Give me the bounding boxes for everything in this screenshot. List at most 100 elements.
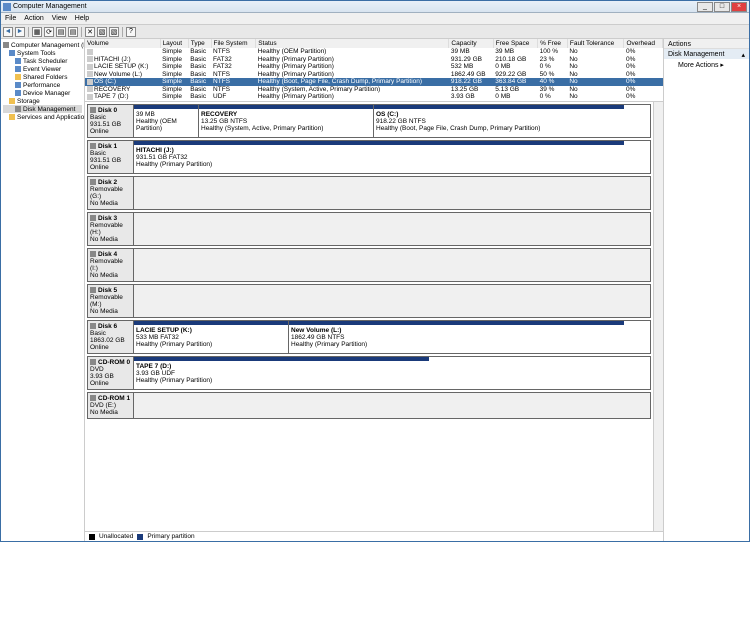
volume-icon: [87, 79, 93, 85]
menu-action[interactable]: Action: [24, 15, 43, 22]
tree-group[interactable]: Storage: [3, 97, 82, 105]
toolbar: ◄ ► ▦ ⟳ ▤ ▤ ✕ ▧ ▧ ?: [1, 25, 749, 39]
disk-row[interactable]: Disk 6Basic1863.02 GBOnlineLACIE SETUP (…: [87, 320, 651, 354]
col-header[interactable]: Overhead: [624, 39, 663, 48]
scrollbar-vertical[interactable]: [653, 102, 663, 532]
volume-cell: 0%: [624, 78, 663, 86]
close-button[interactable]: ×: [731, 2, 747, 12]
volume-row[interactable]: New Volume (L:)SimpleBasicNTFSHealthy (P…: [85, 71, 663, 79]
partition-empty: [134, 393, 650, 418]
legend-primary-swatch: [137, 534, 143, 540]
disk-header[interactable]: Disk 3Removable (H:)No Media: [88, 213, 134, 245]
disk-icon: [90, 215, 96, 221]
volume-cell: No: [567, 86, 624, 94]
volume-cell: Simple: [160, 56, 188, 64]
disk-row[interactable]: Disk 4Removable (I:)No Media: [87, 248, 651, 282]
partition[interactable]: TAPE 7 (D:)3.93 GB UDFHealthy (Primary P…: [134, 357, 429, 389]
col-header[interactable]: Volume: [85, 39, 160, 48]
back-icon[interactable]: ◄: [3, 27, 13, 37]
volume-cell: Basic: [188, 78, 211, 86]
help-icon[interactable]: ?: [126, 27, 136, 37]
disk-icon: [90, 287, 96, 293]
view-icon[interactable]: ▦: [32, 27, 42, 37]
tb-icon-5[interactable]: ✕: [85, 27, 95, 37]
tree-group[interactable]: System Tools: [3, 49, 82, 57]
volume-row[interactable]: RECOVERYSimpleBasicNTFSHealthy (System, …: [85, 86, 663, 94]
col-header[interactable]: Fault Tolerance: [567, 39, 624, 48]
partition[interactable]: HITACHI (J:)931.51 GB FAT32Healthy (Prim…: [134, 141, 624, 173]
volume-row[interactable]: SimpleBasicNTFSHealthy (OEM Partition)39…: [85, 48, 663, 56]
col-header[interactable]: Layout: [160, 39, 188, 48]
partition[interactable]: OS (C:)918.22 GB NTFSHealthy (Boot, Page…: [374, 105, 624, 137]
disk-header[interactable]: Disk 0Basic931.51 GBOnline: [88, 105, 134, 137]
menu-file[interactable]: File: [5, 15, 16, 22]
disk-row[interactable]: Disk 0Basic931.51 GBOnline39 MBHealthy (…: [87, 104, 651, 138]
col-header[interactable]: Type: [188, 39, 211, 48]
forward-icon[interactable]: ►: [15, 27, 25, 37]
disk-icon: [90, 107, 96, 113]
col-header[interactable]: Capacity: [449, 39, 493, 48]
tb-icon-3[interactable]: ▤: [56, 27, 66, 37]
disk-row[interactable]: CD-ROM 1DVD (E:)No Media: [87, 392, 651, 419]
volume-cell: Simple: [160, 63, 188, 71]
volume-cell: Healthy (Primary Partition): [256, 71, 449, 79]
disk-header[interactable]: Disk 6Basic1863.02 GBOnline: [88, 321, 134, 353]
partition[interactable]: 39 MBHealthy (OEM Partition): [134, 105, 199, 137]
volume-cell: No: [567, 63, 624, 71]
tree-item[interactable]: Task Scheduler: [3, 57, 82, 65]
tb-icon-6[interactable]: ▧: [97, 27, 107, 37]
volume-cell: 0 MB: [493, 93, 537, 101]
disk-header[interactable]: Disk 4Removable (I:)No Media: [88, 249, 134, 281]
legend-unalloc-label: Unallocated: [99, 533, 133, 540]
volume-cell: No: [567, 93, 624, 101]
col-header[interactable]: File System: [211, 39, 256, 48]
tree-root[interactable]: Computer Management (Local: [3, 41, 82, 49]
disk-row[interactable]: Disk 1Basic931.51 GBOnlineHITACHI (J:)93…: [87, 140, 651, 174]
disk-header[interactable]: CD-ROM 1DVD (E:)No Media: [88, 393, 134, 418]
col-header[interactable]: Free Space: [493, 39, 537, 48]
tree-item[interactable]: Disk Management: [3, 105, 82, 113]
titlebar[interactable]: Computer Management _ □ ×: [1, 1, 749, 13]
minimize-button[interactable]: _: [697, 2, 713, 12]
disk-row[interactable]: Disk 3Removable (H:)No Media: [87, 212, 651, 246]
disk-header[interactable]: Disk 2Removable (G:)No Media: [88, 177, 134, 209]
col-header[interactable]: Status: [256, 39, 449, 48]
volume-row[interactable]: LACIE SETUP (K:)SimpleBasicFAT32Healthy …: [85, 63, 663, 71]
volume-cell: 532 MB: [449, 63, 493, 71]
volume-cell: Simple: [160, 78, 188, 86]
tree-item[interactable]: Event Viewer: [3, 65, 82, 73]
volume-row[interactable]: TAPE 7 (D:)SimpleBasicUDFHealthy (Primar…: [85, 93, 663, 101]
tree-item[interactable]: Device Manager: [3, 89, 82, 97]
volume-cell: 0 MB: [493, 63, 537, 71]
volume-cell: Simple: [160, 86, 188, 94]
tree-item[interactable]: Shared Folders: [3, 73, 82, 81]
tree-group[interactable]: Services and Applications: [3, 113, 82, 121]
col-header[interactable]: % Free: [538, 39, 568, 48]
volume-cell: 100 %: [538, 48, 568, 56]
volume-row[interactable]: HITACHI (J:)SimpleBasicFAT32Healthy (Pri…: [85, 56, 663, 64]
actions-more[interactable]: More Actions ▸: [664, 59, 749, 69]
volume-cell: 0%: [624, 63, 663, 71]
volume-cell: NTFS: [211, 71, 256, 79]
tree-item[interactable]: Performance: [3, 81, 82, 89]
disk-header[interactable]: CD-ROM 0DVD3.93 GBOnline: [88, 357, 134, 389]
app-icon: [3, 3, 11, 11]
disk-header[interactable]: Disk 1Basic931.51 GBOnline: [88, 141, 134, 173]
maximize-button[interactable]: □: [714, 2, 730, 12]
menu-view[interactable]: View: [52, 15, 67, 22]
partition[interactable]: LACIE SETUP (K:)533 MB FAT32Healthy (Pri…: [134, 321, 289, 353]
disk-header[interactable]: Disk 5Removable (M:)No Media: [88, 285, 134, 317]
volume-row[interactable]: OS (C:)SimpleBasicNTFSHealthy (Boot, Pag…: [85, 78, 663, 86]
volume-cell: New Volume (L:): [85, 71, 160, 79]
disk-row[interactable]: CD-ROM 0DVD3.93 GBOnlineTAPE 7 (D:)3.93 …: [87, 356, 651, 390]
refresh-icon[interactable]: ⟳: [44, 27, 54, 37]
actions-subheader[interactable]: Disk Management▴: [664, 49, 749, 59]
partition[interactable]: New Volume (L:)1862.49 GB NTFSHealthy (P…: [289, 321, 624, 353]
tb-icon-7[interactable]: ▧: [109, 27, 119, 37]
folder-icon: [9, 114, 15, 120]
disk-row[interactable]: Disk 2Removable (G:)No Media: [87, 176, 651, 210]
tb-icon-4[interactable]: ▤: [68, 27, 78, 37]
menu-help[interactable]: Help: [75, 15, 89, 22]
partition[interactable]: RECOVERY13.25 GB NTFSHealthy (System, Ac…: [199, 105, 374, 137]
disk-row[interactable]: Disk 5Removable (M:)No Media: [87, 284, 651, 318]
